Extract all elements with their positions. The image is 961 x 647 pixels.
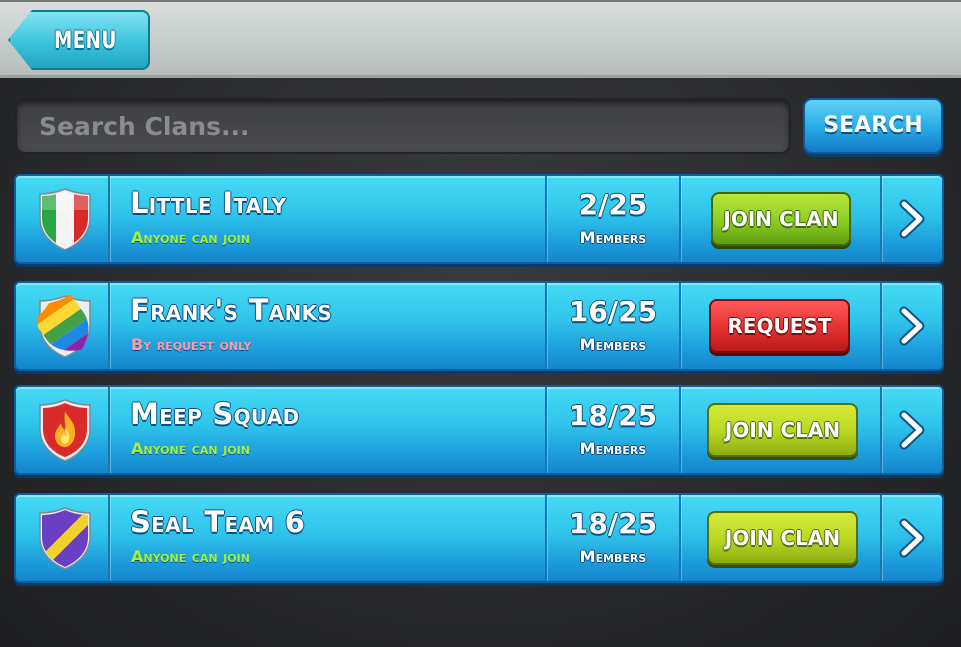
chevron-right-icon[interactable] — [882, 176, 944, 262]
row-divider — [679, 387, 681, 473]
menu-button[interactable]: MENU — [8, 10, 150, 70]
clan-name: Little Italy — [130, 186, 287, 220]
rainbow-shield-icon — [38, 295, 92, 357]
join-clan-button[interactable]: JOIN CLAN — [707, 511, 858, 565]
row-divider — [108, 283, 110, 369]
row-divider — [679, 495, 681, 581]
row-divider — [108, 387, 110, 473]
striped-shield-icon — [39, 507, 91, 569]
clan-name: Seal Team 6 — [130, 505, 306, 539]
flame-shield-icon — [39, 399, 91, 461]
join-clan-button[interactable]: JOIN CLAN — [707, 403, 858, 457]
members-count: 18/25 — [568, 399, 658, 432]
row-divider — [679, 283, 681, 369]
clan-row-meep-squad[interactable]: Meep Squad Anyone can join 18/25 Members… — [14, 385, 944, 475]
row-divider — [545, 176, 547, 262]
row-divider — [545, 387, 547, 473]
row-divider — [108, 176, 110, 262]
search-clans-input[interactable] — [15, 98, 791, 154]
clan-row-seal-team-6[interactable]: Seal Team 6 Anyone can join 18/25 Member… — [14, 493, 944, 583]
members-label: Members — [579, 228, 647, 247]
row-divider — [545, 283, 547, 369]
top-bar: MENU — [0, 0, 961, 78]
row-divider — [545, 495, 547, 581]
members-count: 2/25 — [578, 188, 648, 221]
row-divider — [108, 495, 110, 581]
row-divider — [679, 176, 681, 262]
chevron-right-icon[interactable] — [882, 283, 944, 369]
menu-button-label: MENU — [54, 26, 117, 54]
search-button-label: SEARCH — [823, 113, 923, 138]
clan-name: Frank's Tanks — [130, 293, 333, 327]
members-count: 16/25 — [568, 295, 658, 328]
italy-flag-shield-icon — [39, 188, 91, 250]
members-label: Members — [579, 335, 647, 354]
clan-row-franks-tanks[interactable]: Frank's Tanks By request only 16/25 Memb… — [14, 281, 944, 371]
clan-join-type: Anyone can join — [131, 228, 250, 247]
request-button[interactable]: REQUEST — [709, 299, 850, 353]
clan-join-type: Anyone can join — [131, 439, 250, 458]
clan-join-type: Anyone can join — [131, 547, 250, 566]
chevron-right-icon[interactable] — [882, 387, 944, 473]
members-count: 18/25 — [568, 507, 658, 540]
clan-join-type: By request only — [131, 335, 252, 354]
clan-row-little-italy[interactable]: Little Italy Anyone can join 2/25 Member… — [14, 174, 944, 264]
members-label: Members — [579, 439, 647, 458]
join-clan-button[interactable]: JOIN CLAN — [711, 192, 851, 246]
chevron-right-icon[interactable] — [882, 495, 944, 581]
members-label: Members — [579, 547, 647, 566]
search-button[interactable]: SEARCH — [803, 98, 943, 154]
clan-name: Meep Squad — [130, 397, 300, 431]
